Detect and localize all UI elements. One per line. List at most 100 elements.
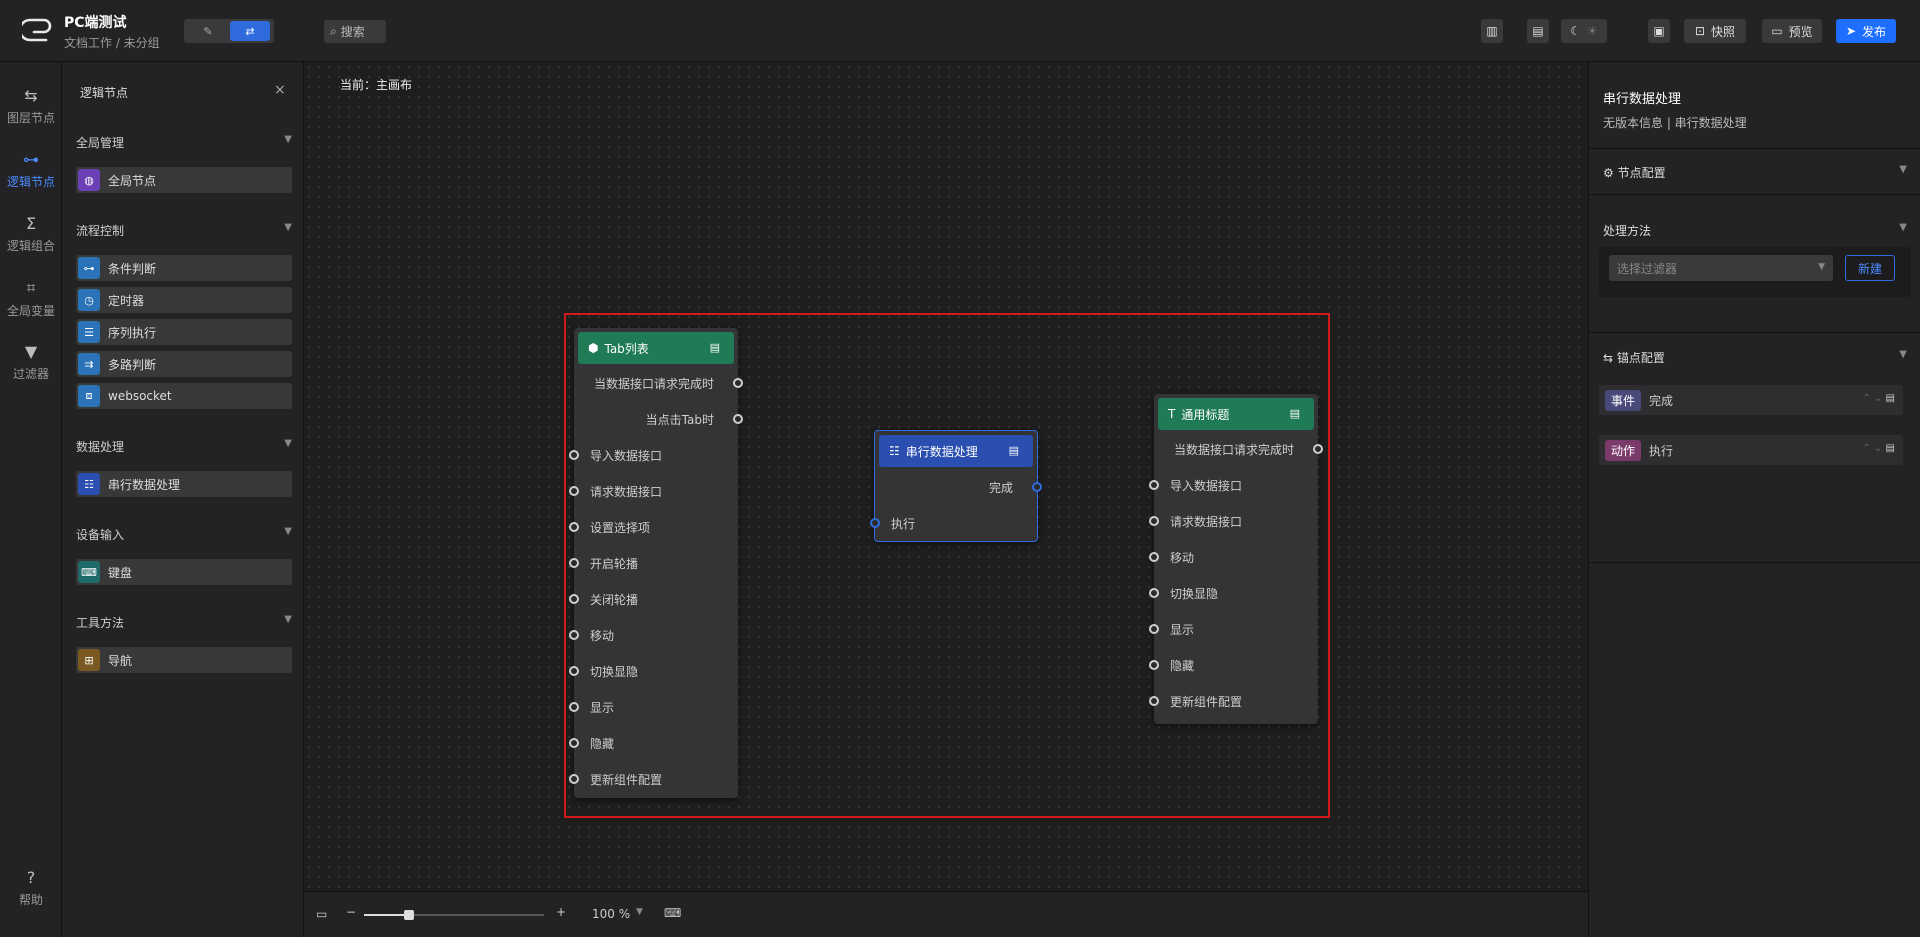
input-port[interactable] xyxy=(1149,660,1159,670)
close-icon[interactable]: × xyxy=(274,82,286,98)
search-button[interactable]: ⌕ 搜索 xyxy=(324,20,386,43)
panel-item-multi-branch[interactable]: ⇉ 多路判断 xyxy=(76,351,292,377)
iconbar-item-logic-nodes[interactable]: ⊶ 逻辑节点 xyxy=(0,150,62,190)
moon-icon: ☾ xyxy=(1570,24,1581,38)
node-serial-data[interactable]: ☷ 串行数据处理 ▤ 完成 执行 xyxy=(870,430,1042,542)
anchor-item-action[interactable]: 动作 执行 ⌃ ⌄ ▤ xyxy=(1599,435,1903,465)
input-port[interactable] xyxy=(569,702,579,712)
iconbar-label: 全局变量 xyxy=(6,304,55,318)
output-port[interactable] xyxy=(733,414,743,424)
iconbar-label: 逻辑节点 xyxy=(6,175,55,189)
group-title-global[interactable]: 全局管理 ▼ xyxy=(76,134,292,151)
input-port[interactable] xyxy=(870,518,880,528)
group-title-flow[interactable]: 流程控制 ▼ xyxy=(76,222,292,239)
node-title: Tab列表 xyxy=(604,341,649,356)
anchor-item-event[interactable]: 事件 完成 ⌃ ⌄ ▤ xyxy=(1599,385,1903,415)
canvas-toolbar: ▭ − + 100 % ▼ ⌨ xyxy=(304,891,1588,937)
zoom-slider-thumb[interactable] xyxy=(404,910,414,920)
node-tab-list[interactable]: ⬢ Tab列表 ▤ 当数据接口请求完成时 当点击Tab时 导入数据接口 请求数据… xyxy=(569,328,743,798)
input-port-label: 移动 xyxy=(1170,551,1195,565)
document-icon[interactable]: ▤ xyxy=(710,341,720,354)
input-port[interactable] xyxy=(1149,588,1159,598)
document-icon[interactable]: ▤ xyxy=(1290,407,1300,420)
iconbar-item-filters[interactable]: ▼ 过滤器 xyxy=(0,342,62,382)
book-button[interactable]: ▣ xyxy=(1648,19,1670,43)
input-port[interactable] xyxy=(569,774,579,784)
new-filter-button[interactable]: 新建 xyxy=(1845,255,1895,281)
section-anchor-config[interactable]: ⇆ 锚点配置 ▼ xyxy=(1603,349,1907,366)
iconbar-item-logic-combo[interactable]: Σ 逻辑组合 xyxy=(0,214,62,254)
input-port-label: 移动 xyxy=(590,629,615,643)
panel-item-websocket[interactable]: ⧈ websocket xyxy=(76,383,292,409)
output-port[interactable] xyxy=(733,378,743,388)
group-title-tools[interactable]: 工具方法 ▼ xyxy=(76,614,292,631)
output-port-label: 当数据接口请求完成时 xyxy=(1173,443,1294,457)
input-port[interactable] xyxy=(569,738,579,748)
node-header[interactable]: ⬢ Tab列表 ▤ xyxy=(578,332,734,364)
filter-select[interactable]: 选择过滤器 ▼ xyxy=(1609,255,1833,281)
panel-item-condition[interactable]: ⊶ 条件判断 xyxy=(76,255,292,281)
input-port-label: 更新组件配置 xyxy=(590,773,663,787)
section-node-config[interactable]: ⚙ 节点配置 ▼ xyxy=(1603,164,1907,181)
output-port[interactable] xyxy=(1032,482,1042,492)
panel-item-timer[interactable]: ◷ 定时器 xyxy=(76,287,292,313)
theme-toggle[interactable]: ☾ ☀ xyxy=(1561,19,1607,43)
chevron-down-icon[interactable]: ▼ xyxy=(636,907,643,917)
group-title-device[interactable]: 设备输入 ▼ xyxy=(76,526,292,543)
group-title-data[interactable]: 数据处理 ▼ xyxy=(76,438,292,455)
input-port[interactable] xyxy=(1149,516,1159,526)
logic-canvas[interactable]: 当前：主画布 ⬢ Tab列表 ▤ 当数据接口请求完成时 当点击Tab时 导入数据… xyxy=(304,62,1588,891)
zoom-in-button[interactable]: + xyxy=(556,905,566,919)
input-port[interactable] xyxy=(569,630,579,640)
zoom-value[interactable]: 100 % xyxy=(592,907,630,921)
chevron-down-icon: ▼ xyxy=(1818,262,1825,272)
node-header[interactable]: ☷ 串行数据处理 ▤ xyxy=(879,435,1033,467)
input-port[interactable] xyxy=(569,594,579,604)
document-button[interactable]: ▤ xyxy=(1527,19,1549,43)
anchor-tools[interactable]: ⌃ ⌄ ▤ xyxy=(1862,393,1895,404)
input-port[interactable] xyxy=(569,450,579,460)
help-icon: ? xyxy=(26,868,36,887)
panel-item-navigation[interactable]: ⊞ 导航 xyxy=(76,647,292,673)
minimap-icon[interactable]: ▭ xyxy=(316,907,327,921)
keyboard-icon[interactable]: ⌨ xyxy=(664,906,681,920)
action-tag: 动作 xyxy=(1605,439,1642,461)
anchor-icon: ⇆ xyxy=(1603,351,1614,365)
input-port[interactable] xyxy=(569,558,579,568)
panel-item-keyboard[interactable]: ⌨ 键盘 xyxy=(76,559,292,585)
input-port-label: 执行 xyxy=(891,517,916,531)
edit-mode-button[interactable]: ✎ xyxy=(188,21,228,41)
output-port[interactable] xyxy=(1313,444,1323,454)
iconbar-item-global-vars[interactable]: ⌗ 全局变量 xyxy=(0,278,62,319)
anchor-tools[interactable]: ⌃ ⌄ ▤ xyxy=(1862,443,1895,454)
panel-item-global-node[interactable]: ◍ 全局节点 xyxy=(76,167,292,193)
input-port[interactable] xyxy=(1149,552,1159,562)
input-port[interactable] xyxy=(569,522,579,532)
publish-button[interactable]: ➤ 发布 xyxy=(1836,19,1896,43)
iconbar-item-layers[interactable]: ⇆ 图层节点 xyxy=(0,86,62,126)
node-header[interactable]: T 通用标题 ▤ xyxy=(1158,398,1314,430)
help-button[interactable]: ? 帮助 xyxy=(0,868,62,908)
input-port[interactable] xyxy=(1149,480,1159,490)
panel-item-serial-data[interactable]: ☷ 串行数据处理 xyxy=(76,471,292,497)
document-icon: ▤ xyxy=(1532,24,1544,38)
help-label: 帮助 xyxy=(18,893,43,907)
left-icon-bar: ⇆ 图层节点 ⊶ 逻辑节点 Σ 逻辑组合 ⌗ 全局变量 ▼ 过滤器 ? 帮助 xyxy=(0,62,62,937)
document-icon[interactable]: ▤ xyxy=(1009,444,1019,457)
section-method[interactable]: 处理方法 ▼ xyxy=(1603,222,1907,239)
input-port[interactable] xyxy=(569,486,579,496)
zoom-slider[interactable] xyxy=(364,910,544,920)
layout-button[interactable]: ▥ xyxy=(1481,19,1503,43)
zoom-out-button[interactable]: − xyxy=(346,905,356,919)
text-icon: T xyxy=(1168,407,1176,421)
input-port[interactable] xyxy=(1149,624,1159,634)
input-port[interactable] xyxy=(569,666,579,676)
node-general-title[interactable]: T 通用标题 ▤ 当数据接口请求完成时 导入数据接口 请求数据接口 移动 切换显… xyxy=(1149,394,1323,724)
logic-mode-button[interactable]: ⇄ xyxy=(230,21,270,41)
input-port[interactable] xyxy=(1149,696,1159,706)
filter-icon: ▼ xyxy=(24,342,38,361)
panel-item-sequence[interactable]: ☰ 序列执行 xyxy=(76,319,292,345)
preview-button[interactable]: ▭ 预览 xyxy=(1762,19,1822,43)
snapshot-button[interactable]: ⊡ 快照 xyxy=(1684,19,1746,43)
anchor-label: 完成 xyxy=(1649,393,1674,408)
